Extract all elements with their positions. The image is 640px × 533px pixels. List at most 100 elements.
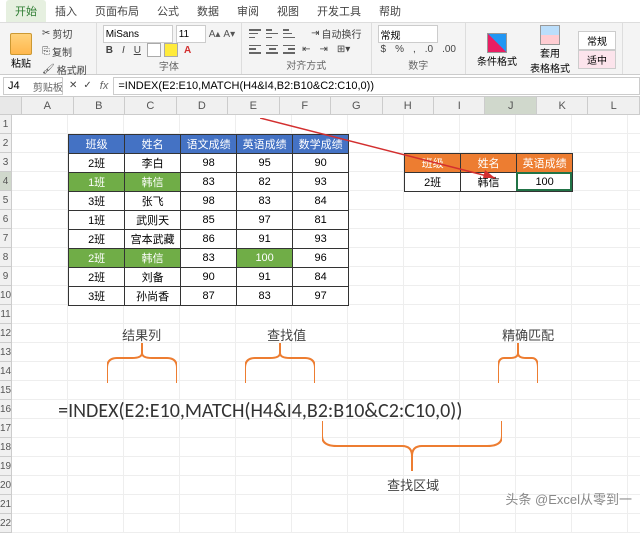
- tab-dev[interactable]: 开发工具: [308, 0, 370, 22]
- align-left-button[interactable]: [248, 44, 262, 55]
- cell[interactable]: [404, 514, 460, 533]
- cell[interactable]: [516, 419, 572, 438]
- decrease-decimal-button[interactable]: .00: [439, 43, 459, 56]
- cell[interactable]: [236, 343, 292, 362]
- cell[interactable]: [12, 457, 68, 476]
- cell[interactable]: [628, 305, 640, 324]
- increase-font-button[interactable]: A▴: [209, 29, 221, 40]
- formula-input[interactable]: =INDEX(E2:E10,MATCH(H4&I4,B2:B10&C2:C10,…: [113, 77, 640, 95]
- align-center-button[interactable]: [265, 44, 279, 55]
- row-header-8[interactable]: 8: [0, 248, 11, 267]
- cell[interactable]: [180, 362, 236, 381]
- cell[interactable]: [348, 286, 404, 305]
- table-cell[interactable]: 1班: [69, 173, 125, 192]
- cell[interactable]: [628, 210, 640, 229]
- merge-button[interactable]: ⊞▾: [334, 43, 353, 56]
- row-header-4[interactable]: 4: [0, 172, 11, 191]
- cell[interactable]: [348, 381, 404, 400]
- cell[interactable]: [572, 229, 628, 248]
- cell[interactable]: [516, 286, 572, 305]
- cell[interactable]: [460, 286, 516, 305]
- cell[interactable]: [124, 495, 180, 514]
- col-header-J[interactable]: J: [485, 97, 536, 114]
- row-header-12[interactable]: 12: [0, 324, 11, 343]
- table-cell[interactable]: 90: [293, 154, 349, 173]
- cell[interactable]: [236, 438, 292, 457]
- cell[interactable]: [12, 324, 68, 343]
- table-cell[interactable]: 3班: [69, 287, 125, 306]
- cell[interactable]: [404, 438, 460, 457]
- row-header-15[interactable]: 15: [0, 381, 11, 400]
- cell[interactable]: [628, 400, 640, 419]
- comma-button[interactable]: ,: [410, 43, 419, 56]
- cell[interactable]: [628, 381, 640, 400]
- cell[interactable]: [516, 305, 572, 324]
- row-header-13[interactable]: 13: [0, 343, 11, 362]
- cell[interactable]: [628, 229, 640, 248]
- cell[interactable]: [572, 362, 628, 381]
- cell[interactable]: [460, 210, 516, 229]
- cell[interactable]: [236, 305, 292, 324]
- cell[interactable]: [68, 514, 124, 533]
- cell[interactable]: [572, 115, 628, 134]
- table-cell[interactable]: 87: [181, 287, 237, 306]
- cell[interactable]: [572, 324, 628, 343]
- cell[interactable]: [628, 514, 640, 533]
- currency-button[interactable]: $: [378, 43, 390, 56]
- table-cell[interactable]: 韩信: [461, 173, 517, 192]
- table-cell[interactable]: 81: [293, 211, 349, 230]
- cell[interactable]: [348, 324, 404, 343]
- table-cell[interactable]: 97: [237, 211, 293, 230]
- cell[interactable]: [236, 495, 292, 514]
- cell[interactable]: [180, 514, 236, 533]
- cell[interactable]: [124, 362, 180, 381]
- cell[interactable]: [292, 343, 348, 362]
- table-cell[interactable]: 2班: [69, 268, 125, 287]
- cell[interactable]: [180, 115, 236, 134]
- cell[interactable]: [348, 457, 404, 476]
- cell[interactable]: [404, 191, 460, 210]
- cell[interactable]: [628, 419, 640, 438]
- cell[interactable]: [348, 343, 404, 362]
- cell[interactable]: [516, 210, 572, 229]
- cell[interactable]: [404, 210, 460, 229]
- table-cell[interactable]: 96: [293, 249, 349, 268]
- cell[interactable]: [292, 362, 348, 381]
- cell[interactable]: [68, 381, 124, 400]
- format-painter-button[interactable]: 🖌 格式刷: [39, 61, 90, 78]
- cell[interactable]: [628, 191, 640, 210]
- tab-help[interactable]: 帮助: [370, 0, 410, 22]
- cell[interactable]: [12, 305, 68, 324]
- col-header-K[interactable]: K: [537, 97, 588, 114]
- cell[interactable]: [404, 495, 460, 514]
- font-color-button[interactable]: A: [181, 44, 194, 57]
- cell[interactable]: [348, 362, 404, 381]
- cell[interactable]: [404, 343, 460, 362]
- row-header-7[interactable]: 7: [0, 229, 11, 248]
- cell[interactable]: [12, 514, 68, 533]
- table-cell[interactable]: 韩信: [125, 173, 181, 192]
- cell[interactable]: [348, 153, 404, 172]
- cell[interactable]: [348, 115, 404, 134]
- wrap-text-button[interactable]: ⇥ 自动换行: [308, 25, 364, 42]
- tab-layout[interactable]: 页面布局: [86, 0, 148, 22]
- cell[interactable]: [404, 229, 460, 248]
- cell[interactable]: [628, 362, 640, 381]
- cell[interactable]: [460, 381, 516, 400]
- cell[interactable]: [460, 267, 516, 286]
- cell[interactable]: [572, 191, 628, 210]
- cell[interactable]: [628, 172, 640, 191]
- cut-button[interactable]: ✂ 剪切: [39, 25, 90, 42]
- cell[interactable]: [236, 457, 292, 476]
- table-cell[interactable]: 98: [181, 192, 237, 211]
- table-cell[interactable]: 刘备: [125, 268, 181, 287]
- cell[interactable]: [516, 229, 572, 248]
- cell[interactable]: [516, 457, 572, 476]
- font-name-select[interactable]: [103, 25, 173, 43]
- row-header-9[interactable]: 9: [0, 267, 11, 286]
- cell[interactable]: [12, 362, 68, 381]
- cell[interactable]: [572, 305, 628, 324]
- paste-button[interactable]: 粘贴: [6, 31, 36, 72]
- cell[interactable]: [628, 324, 640, 343]
- tab-formula[interactable]: 公式: [148, 0, 188, 22]
